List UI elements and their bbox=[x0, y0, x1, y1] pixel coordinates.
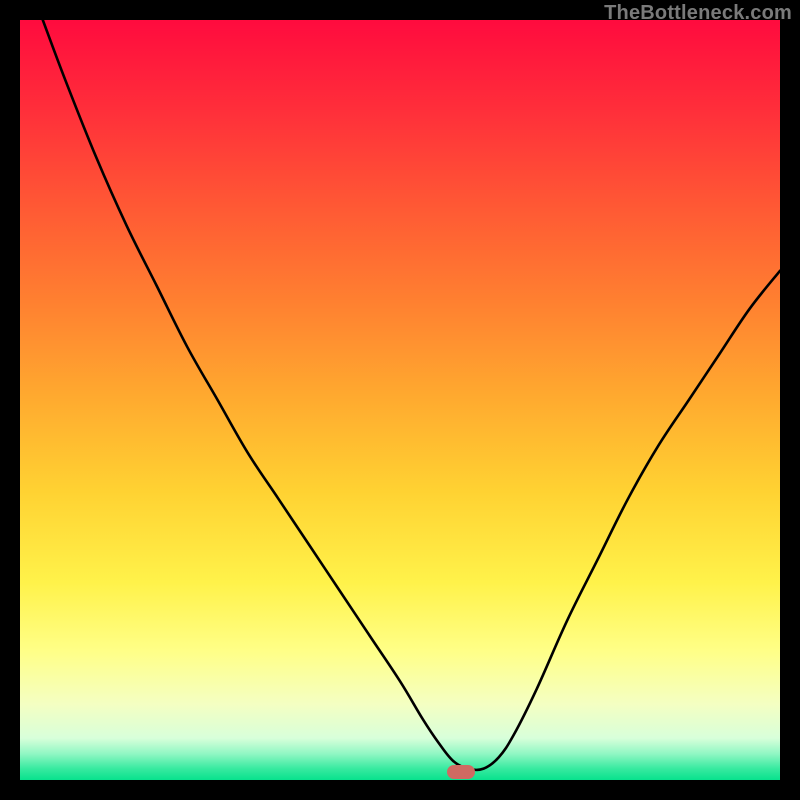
bottleneck-curve bbox=[43, 20, 780, 770]
optimal-marker bbox=[447, 765, 475, 779]
chart-frame: TheBottleneck.com bbox=[0, 0, 800, 800]
curve-layer bbox=[20, 20, 780, 780]
plot-area bbox=[20, 20, 780, 780]
